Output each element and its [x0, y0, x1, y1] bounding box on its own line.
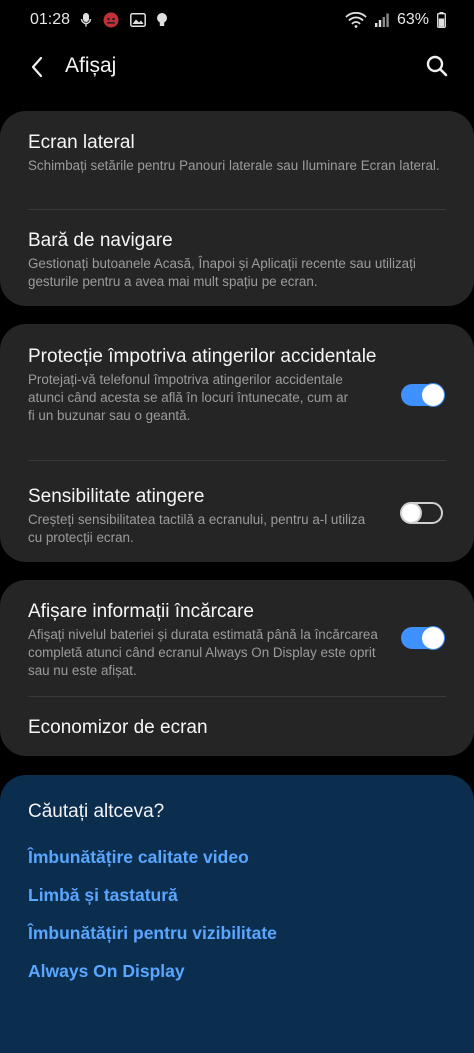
page-title: Afișaj — [65, 54, 117, 77]
touch-sensitivity-toggle[interactable] — [400, 502, 443, 524]
setting-subtitle: Afișați nivelul bateriei și durata estim… — [28, 627, 378, 678]
setting-title: Protecție împotriva atingerilor accident… — [28, 346, 377, 367]
clock: 01:28 — [30, 11, 71, 28]
divider — [28, 209, 446, 210]
setting-subtitle: Protejați-vă telefonul împotriva atinger… — [28, 372, 349, 423]
divider — [28, 460, 446, 461]
app-bar: Afișaj — [0, 40, 474, 92]
charging-info-toggle[interactable] — [401, 627, 444, 649]
accidental-touch-toggle[interactable] — [401, 384, 444, 406]
setting-item-edge-screen[interactable]: Ecran lateral Schimbați setările pentru … — [28, 130, 446, 175]
settings-group-charging: Afișare informații încărcare Afișați niv… — [0, 580, 474, 756]
setting-title: Ecran lateral — [28, 132, 135, 153]
suggestion-link-visibility[interactable]: Îmbunătățiri pentru vizibilitate — [28, 923, 277, 944]
battery-icon — [437, 12, 446, 28]
setting-subtitle: Gestionați butoanele Acasă, Înapoi și Ap… — [28, 256, 416, 289]
setting-item-navigation-bar[interactable]: Bară de navigare Gestionați butoanele Ac… — [28, 228, 446, 291]
battery-percent: 63% — [396, 11, 429, 28]
suggestions-panel: Căutați altceva? Îmbunătățire calitate v… — [0, 775, 474, 1053]
toggle-knob — [400, 502, 422, 524]
settings-group-navigation: Ecran lateral Schimbați setările pentru … — [0, 111, 474, 306]
search-button[interactable] — [422, 51, 452, 81]
setting-item-screen-saver[interactable]: Economizor de ecran — [28, 715, 446, 740]
app-notification-icon — [102, 12, 120, 28]
setting-title: Sensibilitate atingere — [28, 486, 205, 507]
setting-title: Economizor de ecran — [28, 717, 208, 738]
toggle-knob — [422, 384, 444, 406]
setting-title: Afișare informații încărcare — [28, 601, 254, 622]
setting-subtitle: Schimbați setările pentru Panouri latera… — [28, 158, 440, 173]
suggestion-link-always-on-display[interactable]: Always On Display — [28, 961, 185, 982]
back-arrow-icon — [31, 56, 43, 78]
lightbulb-notification-icon — [156, 12, 168, 28]
suggestion-link-video-enhancer[interactable]: Îmbunătățire calitate video — [28, 847, 249, 868]
suggestions-title: Căutați altceva? — [28, 801, 165, 822]
settings-group-touch: Protecție împotriva atingerilor accident… — [0, 324, 474, 562]
setting-subtitle: Creșteți sensibilitatea tactilă a ecranu… — [28, 512, 366, 545]
divider — [28, 696, 446, 697]
signal-icon — [374, 13, 389, 27]
search-icon — [426, 55, 448, 77]
suggestion-link-language-keyboard[interactable]: Limbă și tastatură — [28, 885, 178, 906]
gallery-notification-icon — [130, 13, 146, 27]
status-bar: 01:28 63% — [0, 0, 474, 40]
setting-item-touch-sensitivity[interactable]: Sensibilitate atingere Creșteți sensibil… — [28, 484, 378, 547]
wifi-icon — [345, 12, 367, 28]
toggle-knob — [422, 627, 444, 649]
setting-item-accidental-touch[interactable]: Protecție împotriva atingerilor accident… — [28, 344, 378, 425]
setting-item-charging-info[interactable]: Afișare informații încărcare Afișați niv… — [28, 599, 378, 680]
microphone-notification-icon — [80, 12, 92, 28]
back-button[interactable] — [22, 52, 52, 82]
setting-title: Bară de navigare — [28, 230, 173, 251]
